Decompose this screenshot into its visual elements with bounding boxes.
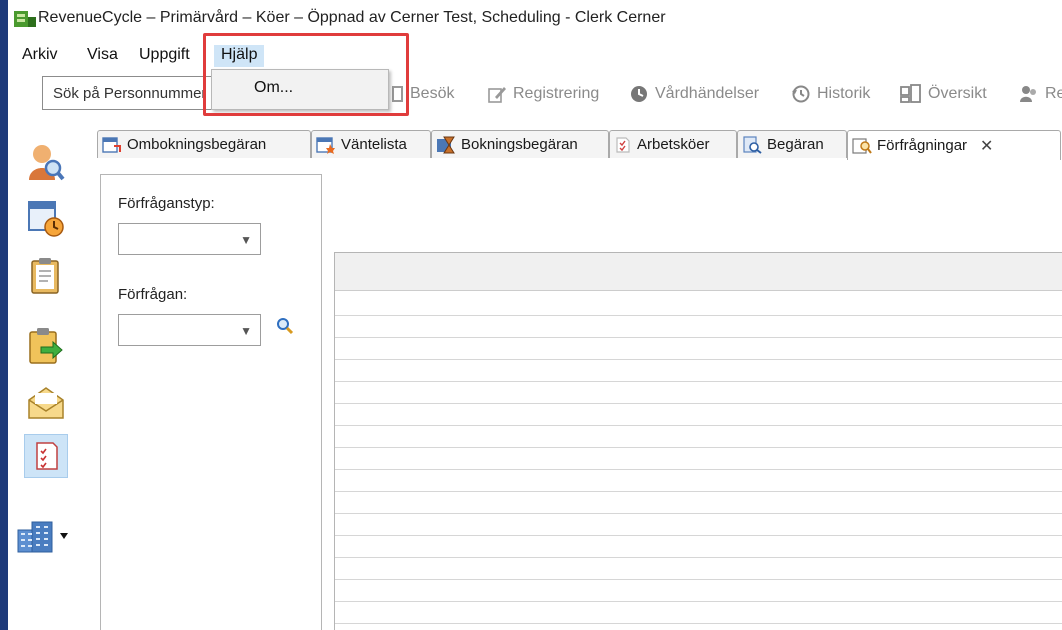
grid-row-line (335, 403, 1062, 404)
grid-row-line (335, 381, 1062, 382)
clock-icon (631, 86, 647, 102)
care-events-button[interactable]: Vårdhändelser (629, 82, 759, 106)
grid-row-line (335, 557, 1062, 558)
results-grid (334, 252, 1062, 630)
tab-strip: Ombokningsbegäran Väntelista Bokningsbeg… (97, 130, 1062, 160)
app-icon (14, 11, 36, 27)
history-label: Historik (817, 85, 871, 102)
visit-icon (392, 86, 403, 102)
checklist-icon (36, 442, 58, 470)
grid-row-line (335, 491, 1062, 492)
tab-bokningsbegaran[interactable]: Bokningsbegäran (431, 130, 609, 158)
window-left-edge (0, 0, 8, 630)
overview-label: Översikt (928, 85, 987, 102)
visit-button[interactable]: Besök (392, 82, 454, 106)
tab-label: Förfrågningar (877, 137, 968, 154)
organization-nav-button[interactable] (16, 514, 78, 558)
clipboard-icon (31, 258, 59, 294)
tab-begaran[interactable]: Begäran (737, 130, 847, 158)
overview-icon (900, 84, 921, 103)
document-search-icon (743, 135, 762, 154)
care-events-label: Vårdhändelser (655, 85, 760, 102)
tab-vantelista[interactable]: Väntelista (311, 130, 431, 158)
tab-label: Arbetsköer (637, 136, 710, 153)
window-title: RevenueCycle – Primärvård – Köer – Öppna… (38, 9, 666, 26)
hourglass-icon (437, 136, 455, 153)
grid-row-line (335, 469, 1062, 470)
menu-uppgift[interactable]: Uppgift (139, 46, 190, 64)
person-search-icon (29, 145, 65, 181)
calendar-star-icon (316, 136, 335, 154)
pen-paper-icon (488, 87, 506, 103)
menu-bar: Arkiv Visa Uppgift Hjälp (8, 42, 1062, 68)
patient-search-nav-button[interactable] (24, 140, 68, 184)
tab-ombokningsbegaran[interactable]: Ombokningsbegäran (97, 130, 311, 158)
grid-row-line (335, 513, 1062, 514)
messages-nav-button[interactable] (24, 382, 68, 426)
menu-hjalp[interactable]: Hjälp (214, 45, 265, 67)
tab-label: Begäran (767, 136, 824, 153)
referral-label: Re (1045, 85, 1062, 102)
menu-item-about[interactable]: Om... (254, 79, 293, 97)
help-menu-dropdown: Om... (211, 69, 389, 110)
query-icon (852, 137, 872, 154)
history-button[interactable]: Historik (791, 82, 870, 106)
menu-visa[interactable]: Visa (87, 46, 118, 64)
people-icon (1020, 86, 1036, 102)
toolbar: Besök Registrering Vårdhändelser Histori… (8, 72, 1062, 116)
dropdown-arrow-icon (60, 533, 68, 539)
grid-row-line (335, 337, 1062, 338)
search-icon[interactable] (276, 317, 294, 335)
grid-row-line (335, 623, 1062, 624)
patient-search-input[interactable] (43, 77, 216, 109)
tab-label: Ombokningsbegäran (127, 136, 267, 153)
building-icon (17, 521, 53, 553)
tab-label: Väntelista (341, 136, 407, 153)
query-label: Förfrågan: (118, 286, 188, 303)
queries-nav-button[interactable] (24, 434, 68, 478)
query-parameter-panel: Förfråganstyp: ▼ Förfrågan: ▼ (100, 174, 322, 630)
overview-button[interactable]: Översikt (900, 82, 987, 106)
query-select[interactable]: ▼ (118, 314, 261, 346)
tab-forfragningar[interactable]: Förfrågningar ✕ (847, 130, 1061, 160)
grid-row-line (335, 579, 1062, 580)
query-type-label: Förfråganstyp: (118, 195, 215, 212)
tab-arbetskoer[interactable]: Arbetsköer (609, 130, 737, 158)
title-bar: RevenueCycle – Primärvård – Köer – Öppna… (8, 0, 1062, 42)
calendar-clock-icon (102, 136, 121, 153)
tab-label: Bokningsbegäran (461, 136, 578, 153)
chevron-down-icon: ▼ (240, 324, 252, 338)
query-type-select[interactable]: ▼ (118, 223, 261, 255)
grid-row-line (335, 359, 1062, 360)
grid-header (335, 253, 1062, 291)
clipboard-nav-button[interactable] (24, 254, 68, 298)
calendar-clock-icon (28, 201, 64, 237)
envelope-icon (28, 387, 64, 419)
history-icon (792, 85, 810, 103)
grid-row-line (335, 447, 1062, 448)
clipboard-arrow-icon (29, 328, 63, 364)
left-navigation-bar (8, 128, 100, 630)
workqueue-icon (616, 136, 630, 153)
registration-button[interactable]: Registrering (487, 82, 599, 106)
grid-row-line (335, 535, 1062, 536)
visit-label: Besök (410, 85, 455, 102)
grid-row-line (335, 425, 1062, 426)
close-tab-icon[interactable]: ✕ (980, 136, 993, 156)
grid-row-line (335, 601, 1062, 602)
menu-arkiv[interactable]: Arkiv (22, 46, 58, 64)
referral-button[interactable]: Re (1019, 82, 1062, 106)
chevron-down-icon: ▼ (240, 233, 252, 247)
grid-row-line (335, 315, 1062, 316)
registration-label: Registrering (513, 85, 600, 102)
transfer-nav-button[interactable] (24, 324, 68, 368)
schedule-nav-button[interactable] (24, 196, 68, 240)
patient-search-field[interactable] (42, 76, 217, 110)
